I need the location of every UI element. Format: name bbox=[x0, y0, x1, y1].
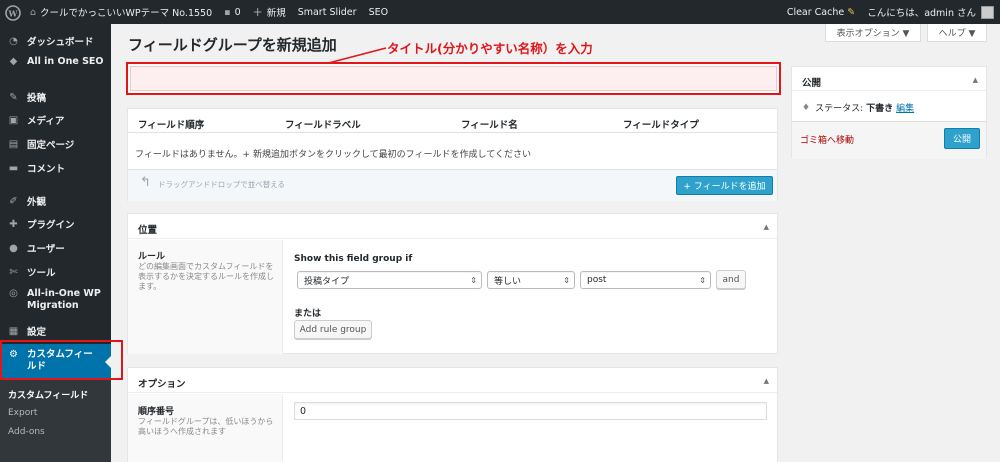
user-icon: ● bbox=[9, 242, 18, 254]
settings-icon: ▦ bbox=[8, 325, 19, 337]
plus-icon: + bbox=[252, 5, 263, 19]
order-number-input[interactable]: 0 bbox=[294, 402, 767, 420]
options-box: オプション ▲ 順序番号 フィールドグループは、低いほうから高いほうへ作成されま… bbox=[127, 367, 778, 462]
rules-label-column: ルール どの編集画面でカスタムフィールドを表示するかを決定するルールを作成します… bbox=[128, 240, 283, 354]
select-arrow-icon: ⇕ bbox=[699, 275, 706, 285]
collapse-arrow-icon[interactable]: ▲ bbox=[764, 223, 769, 231]
or-label: または bbox=[294, 309, 322, 319]
help-button[interactable]: ヘルプ ▼ bbox=[927, 24, 987, 42]
select-arrow-icon: ⇕ bbox=[563, 275, 570, 285]
location-box-header[interactable]: 位置 ▲ bbox=[128, 214, 777, 239]
screen-options-button[interactable]: 表示オプション ▼ bbox=[825, 24, 921, 42]
sidebar-item-wp-migration[interactable]: ◎ All-in-One WP Migration bbox=[0, 288, 111, 312]
my-account-link[interactable]: こんにちは、admin さん bbox=[861, 0, 976, 24]
admin-sidebar: ◔ ダッシュボード ◆ All in One SEO ✎ 投稿 ▣ メディア ▤… bbox=[0, 24, 111, 462]
dashboard-icon: ◔ bbox=[9, 35, 18, 47]
field-group-title-input[interactable] bbox=[130, 66, 777, 91]
broom-icon: ✎ bbox=[847, 6, 856, 18]
wrench-icon: ✄ bbox=[9, 266, 18, 278]
smart-slider-link[interactable]: Smart Slider bbox=[292, 0, 363, 24]
publish-box-header[interactable]: 公開 ▲ bbox=[792, 67, 986, 91]
publish-actions: ゴミ箱へ移動 公開 bbox=[792, 121, 986, 159]
pin-icon: ✎ bbox=[9, 91, 18, 103]
migration-icon: ◎ bbox=[9, 288, 18, 299]
gear-icon: ⚙ bbox=[9, 349, 18, 360]
sidebar-item-dashboard[interactable]: ◔ ダッシュボード bbox=[0, 34, 111, 49]
sidebar-item-custom-fields[interactable]: ⚙ カスタムフィールド bbox=[0, 344, 111, 380]
pin-status-icon: ♦ bbox=[802, 102, 811, 113]
submenu-custom-fields[interactable]: カスタムフィールド bbox=[8, 388, 88, 401]
page-icon: ▤ bbox=[8, 138, 19, 150]
wordpress-logo-icon[interactable]: W bbox=[2, 1, 24, 23]
comment-icon: ▬ bbox=[8, 162, 19, 174]
submenu-add-ons[interactable]: Add-ons bbox=[8, 427, 45, 437]
column-field-label: フィールドラベル bbox=[285, 120, 361, 131]
sidebar-item-settings[interactable]: ▦ 設定 bbox=[0, 324, 111, 339]
fields-footer: ↰ ドラッグアンドドロップで並べ替える + フィールドを追加 bbox=[128, 169, 777, 201]
publish-button[interactable]: 公開 bbox=[944, 128, 980, 149]
admin-bar: W ⌂ クールでかっこいいWPテーマ No.1550 ▪ 0 + 新規 Smar… bbox=[0, 0, 1000, 24]
drag-arrow-icon: ↰ bbox=[140, 175, 151, 190]
rule-value-select[interactable]: post ⇕ bbox=[580, 271, 711, 289]
home-icon: ⌂ bbox=[30, 6, 37, 18]
plugin-icon: ✚ bbox=[9, 218, 18, 230]
rule-operator-select[interactable]: 等しい ⇕ bbox=[487, 271, 575, 289]
rules-label: ルール bbox=[138, 252, 166, 262]
collapse-arrow-icon[interactable]: ▲ bbox=[973, 76, 978, 84]
and-button[interactable]: and bbox=[716, 270, 746, 289]
collapse-arrow-icon[interactable]: ▲ bbox=[764, 377, 769, 385]
add-rule-group-button[interactable]: Add rule group bbox=[294, 320, 372, 339]
column-field-name: フィールド名 bbox=[461, 120, 518, 131]
order-label: 順序番号 bbox=[138, 407, 175, 417]
location-box: 位置 ▲ ルール どの編集画面でカスタムフィールドを表示するかを決定するルールを… bbox=[127, 213, 778, 354]
submenu-export[interactable]: Export bbox=[8, 408, 37, 418]
sidebar-item-posts[interactable]: ✎ 投稿 bbox=[0, 90, 111, 105]
sidebar-item-plugins[interactable]: ✚ プラグイン bbox=[0, 217, 111, 232]
add-field-button[interactable]: + フィールドを追加 bbox=[676, 176, 773, 195]
rule-param-select[interactable]: 投稿タイプ ⇕ bbox=[297, 271, 482, 289]
sidebar-item-pages[interactable]: ▤ 固定ページ bbox=[0, 137, 111, 152]
no-fields-message: フィールドはありません。+ 新規追加ボタンをクリックして最初のフィールドを作成し… bbox=[135, 150, 531, 160]
sidebar-item-appearance[interactable]: ✐ 外観 bbox=[0, 194, 111, 209]
annotation-text: タイトル(分かりやすい名称）を入力 bbox=[387, 41, 593, 56]
status-row: ♦ ステータス: 下書き 編集 bbox=[802, 101, 915, 115]
media-icon: ▣ bbox=[8, 114, 19, 126]
select-arrow-icon: ⇕ bbox=[470, 275, 477, 285]
drag-hint: ドラッグアンドドロップで並べ替える bbox=[158, 180, 285, 189]
move-to-trash-link[interactable]: ゴミ箱へ移動 bbox=[800, 133, 854, 146]
fields-table-header: フィールド順序 フィールドラベル フィールド名 フィールドタイプ bbox=[128, 109, 777, 133]
sidebar-item-tools[interactable]: ✄ ツール bbox=[0, 265, 111, 280]
current-menu-arrow bbox=[105, 356, 111, 368]
comment-bubble-icon: ▪ bbox=[224, 6, 231, 18]
fields-box: フィールド順序 フィールドラベル フィールド名 フィールドタイプ フィールドはあ… bbox=[127, 108, 778, 201]
aioseo-shield-icon: ◆ bbox=[9, 56, 18, 67]
order-description: フィールドグループは、低いほうから高いほうへ作成されます bbox=[138, 417, 274, 436]
custom-fields-submenu: カスタムフィールド Export Add-ons bbox=[0, 380, 111, 462]
show-if-label: Show this field group if bbox=[294, 254, 413, 264]
brush-icon: ✐ bbox=[9, 195, 18, 207]
sidebar-item-comments[interactable]: ▬ コメント bbox=[0, 161, 111, 176]
order-label-column: 順序番号 フィールドグループは、低いほうから高いほうへ作成されます bbox=[128, 394, 283, 462]
rules-description: どの編集画面でカスタムフィールドを表示するかを決定するルールを作成します。 bbox=[138, 262, 274, 291]
options-box-header[interactable]: オプション ▲ bbox=[128, 368, 777, 393]
svg-text:W: W bbox=[8, 9, 19, 19]
title-highlight-box bbox=[126, 62, 781, 95]
column-field-order: フィールド順序 bbox=[138, 120, 205, 131]
new-content-link[interactable]: + 新規 bbox=[247, 0, 292, 24]
avatar[interactable] bbox=[981, 5, 994, 19]
edit-status-link[interactable]: 編集 bbox=[896, 101, 914, 114]
seo-link[interactable]: SEO bbox=[363, 0, 395, 24]
comments-link[interactable]: ▪ 0 bbox=[218, 0, 247, 24]
column-field-type: フィールドタイプ bbox=[623, 120, 699, 131]
site-name-link[interactable]: ⌂ クールでかっこいいWPテーマ No.1550 bbox=[24, 0, 218, 24]
publish-box: 公開 ▲ ♦ ステータス: 下書き 編集 ゴミ箱へ移動 公開 bbox=[791, 66, 987, 159]
sidebar-item-media[interactable]: ▣ メディア bbox=[0, 113, 111, 128]
sidebar-item-users[interactable]: ● ユーザー bbox=[0, 241, 111, 256]
sidebar-item-aioseo[interactable]: ◆ All in One SEO bbox=[0, 56, 111, 67]
clear-cache-link[interactable]: Clear Cache ✎ bbox=[781, 0, 861, 24]
